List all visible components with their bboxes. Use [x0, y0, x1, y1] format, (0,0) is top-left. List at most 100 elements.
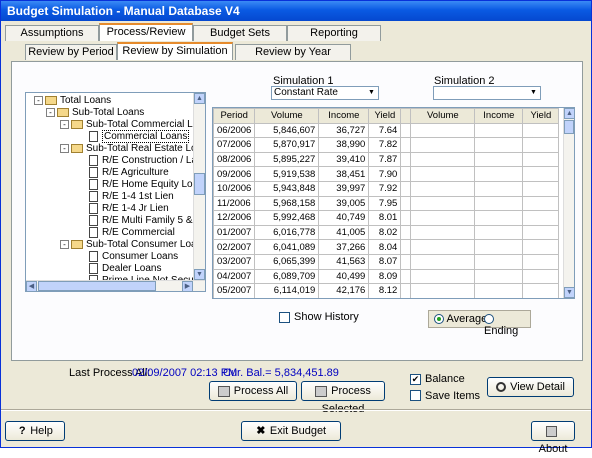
- collapse-icon[interactable]: -: [46, 107, 55, 117]
- process-all-button[interactable]: Process All: [209, 381, 297, 401]
- tree-node-re-1st-lien[interactable]: R/E 1-4 1st Lien: [89, 191, 174, 203]
- tab-review-by-simulation[interactable]: Review by Simulation: [117, 42, 233, 60]
- tree-node-re-home-equity[interactable]: R/E Home Equity Loans: [89, 179, 206, 191]
- cell-income: 39,005: [318, 195, 370, 212]
- tree-vertical-scrollbar[interactable]: ▲ ▼: [193, 93, 205, 291]
- tree-node-sub-total-loans[interactable]: - Sub-Total Loans: [46, 107, 144, 119]
- view-detail-button[interactable]: View Detail: [487, 377, 574, 397]
- cell-income2: [474, 239, 524, 255]
- grid-row[interactable]: 05/2007 6,114,019 42,176 8.12: [213, 283, 560, 298]
- collapse-icon[interactable]: -: [60, 239, 69, 249]
- ending-option[interactable]: Ending: [484, 313, 530, 337]
- document-icon: [89, 191, 98, 202]
- grid-row[interactable]: 11/2006 5,968,158 39,005 7.95: [213, 195, 560, 212]
- grid-row[interactable]: 04/2007 6,089,709 40,499 8.09: [213, 268, 560, 285]
- tree-horizontal-scrollbar[interactable]: ◀ ▶: [26, 280, 205, 291]
- process-icon: [315, 385, 328, 397]
- tab-reporting[interactable]: Reporting: [287, 25, 381, 41]
- scroll-left-icon[interactable]: ◀: [26, 281, 37, 291]
- cell-yield: 8.02: [368, 224, 402, 241]
- document-icon: [89, 155, 98, 166]
- cell-yield2: [522, 210, 560, 226]
- scroll-thumb[interactable]: [38, 281, 156, 291]
- balance-checkbox[interactable]: ✔: [410, 374, 421, 385]
- grid-row[interactable]: 12/2006 5,992,468 40,749 8.01: [213, 210, 560, 226]
- tree-node-dealer-loans[interactable]: Dealer Loans: [89, 263, 161, 275]
- cell-period: 07/2006: [213, 137, 256, 153]
- scroll-right-icon[interactable]: ▶: [182, 281, 193, 291]
- cell-income: 36,727: [318, 122, 370, 139]
- tree-node-re-jr-lien[interactable]: R/E 1-4 Jr Lien: [89, 203, 169, 215]
- magnifier-icon: [496, 382, 507, 393]
- tree-node-re-construction[interactable]: R/E Construction / Land: [89, 155, 205, 167]
- cell-gap: [400, 151, 412, 168]
- scroll-thumb[interactable]: [194, 173, 205, 195]
- scroll-thumb[interactable]: [564, 120, 574, 134]
- grid-row[interactable]: 02/2007 6,041,089 37,266 8.04: [213, 239, 560, 255]
- col-period-header: Period: [213, 108, 256, 124]
- simulation1-select[interactable]: Constant Rate ▼: [271, 86, 379, 100]
- cell-income: 39,997: [318, 180, 370, 197]
- exit-budget-button[interactable]: ✖ Exit Budget: [241, 421, 341, 441]
- ending-radio[interactable]: [484, 314, 494, 325]
- collapse-icon[interactable]: -: [60, 119, 69, 129]
- cell-income: 41,563: [318, 253, 370, 270]
- cell-income: 40,499: [318, 268, 370, 285]
- help-button[interactable]: ? Help: [5, 421, 65, 441]
- grid-vertical-scrollbar[interactable]: ▲ ▼: [563, 108, 574, 298]
- grid-row[interactable]: 09/2006 5,919,538 38,451 7.90: [213, 166, 560, 182]
- cell-income2: [474, 297, 524, 298]
- simulation2-select[interactable]: ▼: [433, 86, 541, 100]
- grid-row[interactable]: 03/2007 6,065,399 41,563 8.07: [213, 253, 560, 270]
- tree-node-total-loans[interactable]: - Total Loans: [34, 95, 111, 107]
- grid-row[interactable]: 08/2006 5,895,227 39,410 7.87: [213, 151, 560, 168]
- tree-node-re-agriculture[interactable]: R/E Agriculture: [89, 167, 169, 179]
- cell-income: 40,749: [318, 210, 370, 226]
- tab-review-by-period[interactable]: Review by Period: [25, 44, 117, 60]
- scroll-up-icon[interactable]: ▲: [564, 108, 574, 119]
- grid-row[interactable]: 06/20076,138,33041,0598.14: [213, 297, 560, 298]
- collapse-icon[interactable]: -: [34, 95, 43, 105]
- cell-volume: 5,992,468: [254, 210, 320, 226]
- scroll-down-icon[interactable]: ▼: [564, 287, 574, 298]
- tab-assumptions[interactable]: Assumptions: [5, 25, 99, 41]
- tree-node-label: R/E Multi Family 5 & Ove: [102, 215, 206, 227]
- account-tree[interactable]: - Total Loans - Sub-Total Loans - Sub-Total…: [25, 92, 206, 292]
- col-income1-header: Income: [318, 108, 370, 124]
- average-radio[interactable]: [434, 314, 444, 325]
- grid-row[interactable]: 01/2007 6,016,778 41,005 8.02: [213, 224, 560, 241]
- tab-budget-sets[interactable]: Budget Sets: [193, 25, 287, 41]
- show-history-checkbox[interactable]: [279, 312, 290, 323]
- process-selected-button[interactable]: Process Selected: [301, 381, 385, 415]
- about-button[interactable]: About: [531, 421, 575, 455]
- tree-node-commercial-loans[interactable]: Commercial Loans: [89, 130, 190, 144]
- tab-process-review[interactable]: Process/Review: [99, 23, 193, 41]
- tree-node-re-multi-family[interactable]: R/E Multi Family 5 & Ove: [89, 215, 206, 227]
- cell-yield2: [522, 122, 560, 139]
- tree-node-re-commercial[interactable]: R/E Commercial: [89, 227, 175, 239]
- tree-node-label: R/E Home Equity Loans: [102, 179, 206, 191]
- cell-yield2: [522, 253, 560, 270]
- tab-review-by-year[interactable]: Review by Year: [235, 44, 351, 60]
- tree-node-consumer-loans[interactable]: Consumer Loans: [89, 251, 178, 263]
- cell-volume: 6,138,330: [254, 297, 320, 298]
- grid-row[interactable]: 07/2006 5,870,917 38,990 7.82: [213, 137, 560, 153]
- average-option[interactable]: Average: [434, 313, 487, 325]
- col-income2-header: Income: [474, 108, 524, 124]
- tree-node-real-estate-subtotal[interactable]: - Sub-Total Real Estate Loans: [60, 143, 205, 155]
- grid-row[interactable]: 10/2006 5,943,848 39,997 7.92: [213, 180, 560, 197]
- dropdown-arrow-icon[interactable]: ▼: [528, 88, 539, 98]
- cell-income: 38,451: [318, 166, 370, 182]
- tree-node-label: R/E 1-4 1st Lien: [102, 191, 174, 203]
- scroll-up-icon[interactable]: ▲: [194, 93, 205, 104]
- cell-yield: 7.87: [368, 151, 402, 168]
- scroll-down-icon[interactable]: ▼: [194, 269, 205, 280]
- save-items-checkbox[interactable]: [410, 390, 421, 401]
- dropdown-arrow-icon[interactable]: ▼: [366, 88, 377, 98]
- simulation-grid[interactable]: Period Volume Income Yield Volume Income…: [212, 107, 575, 299]
- grid-row[interactable]: 06/2006 5,846,607 36,727 7.64: [213, 122, 560, 139]
- tree-node-consumer-subtotal[interactable]: - Sub-Total Consumer Loans: [60, 239, 205, 251]
- cell-volume: 6,065,399: [254, 253, 320, 270]
- collapse-icon[interactable]: -: [60, 143, 69, 153]
- folder-icon: [71, 143, 83, 153]
